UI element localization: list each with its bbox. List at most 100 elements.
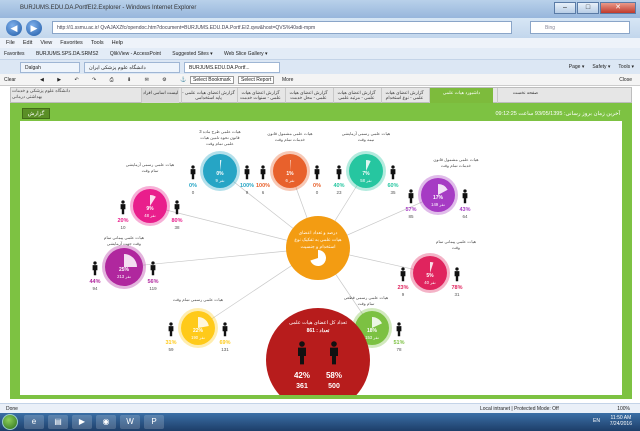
person-body: [462, 193, 468, 204]
node-label: تمام وقت: [142, 168, 159, 173]
female-count: 9: [402, 292, 405, 297]
node-count: 6 نفر: [285, 178, 294, 183]
person-body: [314, 169, 320, 180]
node-label: هیات علمی رسمی آزمایشی: [126, 162, 175, 167]
person-body: [336, 169, 342, 180]
safety-menu[interactable]: Safety ▾: [592, 62, 610, 72]
favorites-button[interactable]: Favorites: [4, 51, 25, 57]
taskbar-media-icon[interactable]: ▶: [72, 415, 92, 429]
total-female-percent: 42%: [294, 371, 310, 380]
total-title: تعداد کل اعضای هیات علمی: [289, 320, 348, 326]
minimize-button[interactable]: –: [554, 2, 576, 14]
person-head: [175, 200, 179, 204]
browser-tab[interactable]: Dalgah: [20, 62, 80, 73]
window-title: BURJUMS.EDU.DA.PortfEI2.Explorer - Windo…: [20, 5, 197, 11]
favorite-link[interactable]: BURJUMS.SPS.DA.SRMS2: [36, 51, 99, 57]
menu-view[interactable]: View: [40, 38, 52, 48]
command-bar: Page ▾ Safety ▾ Tools ▾: [569, 62, 634, 72]
male-icon: [396, 322, 402, 337]
taskbar-folder-icon[interactable]: ▤: [48, 415, 68, 429]
favorites-bar: Favorites BURJUMS.SPS.DA.SRMS2 QlikView …: [0, 48, 640, 60]
url-field[interactable]: http://i1.ssmu.ac.ir/ QvAJAXZfc/opendoc.…: [52, 21, 512, 34]
male-count: 31: [454, 292, 460, 297]
person-head: [223, 322, 227, 326]
person-head: [261, 165, 265, 169]
male-icon: [150, 261, 156, 276]
female-count: 23: [336, 190, 342, 195]
page-menu[interactable]: Page ▾: [569, 62, 585, 72]
node-count: 58 نفر: [360, 178, 371, 183]
node-label: خدمات تمام وقت: [441, 163, 472, 168]
person-head: [409, 189, 413, 193]
node-label: تمام وقت: [358, 301, 375, 306]
female-count: 94: [92, 286, 98, 291]
dashboard-tabs: صفحه نخست داشبورد هیات علمی گزارش اعضای …: [10, 87, 632, 103]
browser-tab-active[interactable]: BURJUMS.EDU.DA.Portf...: [184, 62, 280, 73]
tab-academic-rank[interactable]: گزارش اعضای هیات علمی - مرتبه علمی: [333, 88, 379, 103]
favorite-link[interactable]: Suggested Sites ▾: [172, 51, 212, 57]
start-button[interactable]: [2, 414, 18, 430]
person-body: [400, 271, 406, 282]
tab-employment-grade[interactable]: گزارش اعضای هیات علمی - پایه استخدامی: [181, 88, 235, 103]
taskbar-explorer-icon[interactable]: e: [24, 415, 44, 429]
node-percent: 18%: [367, 328, 378, 334]
close-report-button[interactable]: Close: [619, 74, 632, 86]
report-select[interactable]: Select Report: [238, 76, 275, 84]
more-button[interactable]: More: [282, 74, 293, 86]
window-titlebar: BURJUMS.EDU.DA.PortfEI2.Explorer - Windo…: [0, 0, 640, 18]
male-icon: [244, 165, 250, 180]
menu-tools[interactable]: Tools: [91, 38, 104, 48]
male-count: 64: [462, 214, 468, 219]
male-percent: 100%: [240, 183, 254, 189]
female-count: 10: [120, 225, 126, 230]
back-icon[interactable]: ◀: [6, 20, 22, 36]
node-label: نیمه وقت: [358, 137, 374, 142]
node-count: 48 نفر: [144, 213, 155, 218]
person-head: [397, 322, 401, 326]
tab-service-years[interactable]: گزارش اعضای هیات علمی - سنوات خدمت: [237, 88, 283, 103]
tab-employment-type[interactable]: گزارش اعضای هیات علمی - نوع استخدام: [381, 88, 427, 103]
taskbar-app-icon[interactable]: P: [144, 415, 164, 429]
language-indicator[interactable]: EN: [593, 418, 600, 424]
tab-home[interactable]: صفحه نخست: [497, 88, 553, 103]
tab-workplace[interactable]: گزارش اعضای هیات علمی - محل خدمت: [285, 88, 331, 103]
system-clock[interactable]: 11:50 AM 7/24/2016: [610, 415, 632, 427]
person-body: [396, 326, 402, 337]
tools-menu[interactable]: Tools ▾: [618, 62, 634, 72]
male-count: 131: [221, 347, 229, 352]
tab-staff-list[interactable]: لیست اسامی افراد: [141, 88, 179, 103]
dashboard-content: گزارش آخرین زمان بروز رسانی: 93/05/1395 …: [10, 103, 632, 399]
male-count: 119: [149, 286, 157, 291]
report-button[interactable]: گزارش: [22, 108, 50, 119]
toolbar-icons[interactable]: ◀ ▶ ↶ ↷ ⎙ ⬇ ✉ ⚙ ⚓: [40, 74, 192, 86]
total-male-count: 500: [328, 383, 340, 390]
tab-faculty-dashboard[interactable]: داشبورد هیات علمی: [429, 88, 493, 103]
menu-edit[interactable]: Edit: [23, 38, 32, 48]
menu-bar: File Edit View Favorites Tools Help: [0, 38, 640, 48]
maximize-button[interactable]: □: [577, 2, 599, 14]
node-label: هیات علمی رسمی آزمایشی: [342, 131, 391, 136]
windows-taskbar: e ▤ ▶ ◉ W P EN 11:50 AM 7/24/2016: [0, 413, 640, 431]
node-label: هیات علمی پیمانی تمام: [436, 239, 476, 244]
taskbar-chrome-icon[interactable]: ◉: [96, 415, 116, 429]
female-percent: 31%: [165, 340, 176, 346]
forward-icon[interactable]: ▶: [26, 20, 42, 36]
window-controls: – □ ✕: [554, 2, 636, 14]
menu-favorites[interactable]: Favorites: [60, 38, 83, 48]
favorite-link[interactable]: QlikView - AccessPoint: [110, 51, 161, 57]
qlikview-toolbar: Clear ◀ ▶ ↶ ↷ ⎙ ⬇ ✉ ⚙ ⚓ Select Bookmark …: [0, 74, 640, 86]
total-male-percent: 58%: [326, 371, 342, 380]
menu-help[interactable]: Help: [112, 38, 123, 48]
browser-tab[interactable]: دانشگاه علوم پزشکی ایران: [84, 62, 180, 73]
node-label: هیات علمی مشمول قانون: [433, 157, 478, 162]
taskbar-app-icon[interactable]: W: [120, 415, 140, 429]
bookmark-select[interactable]: Select Bookmark: [190, 76, 234, 84]
close-button[interactable]: ✕: [600, 2, 636, 14]
female-count: 6: [262, 190, 265, 195]
menu-file[interactable]: File: [6, 38, 15, 48]
favorite-link[interactable]: Web Slice Gallery ▾: [224, 51, 268, 57]
person-head: [121, 200, 125, 204]
clear-button[interactable]: Clear: [4, 74, 16, 86]
search-input[interactable]: Bing: [530, 21, 630, 34]
last-update-text: آخرین زمان بروز رسانی: 93/05/1395 ساعت 0…: [495, 111, 620, 117]
